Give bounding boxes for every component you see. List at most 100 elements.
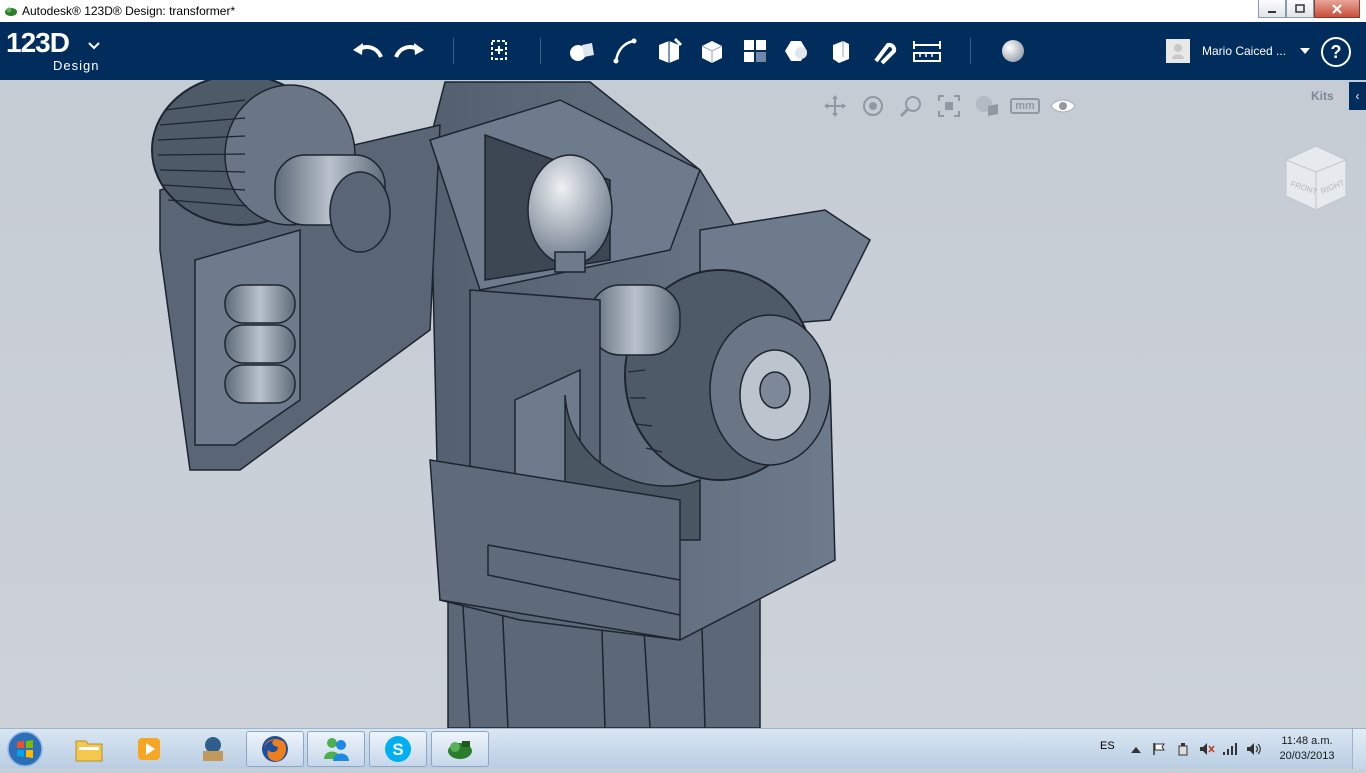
visibility-icon: [1050, 99, 1076, 113]
combine-icon: [833, 41, 849, 63]
123d-app-icon: [5, 7, 17, 16]
pan-icon: [824, 95, 846, 117]
visibility-button[interactable]: [1048, 92, 1078, 120]
modify-icon: [701, 41, 723, 63]
skype-icon: S: [385, 736, 411, 762]
help-button[interactable]: ?: [1321, 37, 1351, 67]
close-button[interactable]: [1314, 0, 1360, 18]
speaker-icon: [1247, 743, 1261, 755]
maximize-icon: [1295, 4, 1305, 13]
language-indicator[interactable]: ES: [1100, 740, 1115, 752]
snap-icon: [874, 42, 897, 65]
main-toolbar: 123D Design Mario Caiced ... ?: [0, 22, 1366, 80]
logo-subtext: Design: [53, 58, 100, 73]
kits-panel-toggle[interactable]: ‹: [1349, 82, 1366, 110]
maximize-button[interactable]: [1286, 0, 1314, 18]
logo-text: 123D: [6, 27, 70, 58]
primitives-icon: [570, 43, 594, 61]
taskbar-skype[interactable]: S: [369, 731, 427, 767]
orbit-button[interactable]: [858, 92, 888, 120]
system-clock[interactable]: 11:48 a.m. 20/03/2013: [1276, 734, 1338, 764]
kits-label[interactable]: Kits: [1311, 89, 1334, 103]
taskbar-media-player[interactable]: [120, 731, 178, 767]
grouping-button[interactable]: [780, 34, 814, 68]
taskbar-messenger[interactable]: [307, 731, 365, 767]
avatar: [1166, 39, 1190, 63]
transform-icon: [491, 40, 507, 60]
explorer-icon: [75, 740, 103, 762]
modify-button[interactable]: [695, 34, 729, 68]
firefox-icon: [262, 736, 288, 762]
wifi-signal-icon: [1223, 743, 1237, 755]
windows-taskbar: S ES 11:48 a.m. 20/03/2013: [0, 728, 1366, 769]
caret-down-icon: [1300, 48, 1311, 54]
show-desktop-button[interactable]: [1352, 729, 1366, 769]
windows-start-icon: [7, 731, 43, 767]
messenger-icon: [324, 738, 349, 761]
construct-icon: [659, 37, 683, 63]
redo-icon: [394, 43, 424, 58]
pattern-button[interactable]: [738, 34, 772, 68]
fit-button[interactable]: [934, 92, 964, 120]
transform-button[interactable]: [482, 34, 516, 68]
taskbar-123d-design[interactable]: [431, 731, 489, 767]
viewcube[interactable]: FRONT RIGHT: [1280, 142, 1352, 214]
taskbar-explorer[interactable]: [60, 731, 118, 767]
clock-date: 20/03/2013: [1279, 750, 1335, 762]
taskbar-firefox[interactable]: [246, 731, 304, 767]
action-center-button[interactable]: [1151, 741, 1167, 757]
show-hidden-icons-button[interactable]: [1128, 741, 1144, 757]
fit-icon: [938, 95, 960, 117]
grouping-icon: [785, 41, 807, 61]
navigation-tools: mm: [820, 92, 1078, 120]
toolbar-divider: [540, 38, 541, 64]
orbit-icon: [863, 96, 883, 116]
sketch-button[interactable]: [609, 34, 643, 68]
app-logo-menu[interactable]: 123D Design: [6, 27, 100, 73]
redo-button[interactable]: [393, 34, 427, 68]
taskbar-app[interactable]: [184, 731, 242, 767]
material-button[interactable]: [996, 34, 1030, 68]
usb-device-icon: [1178, 743, 1188, 756]
toolbar-divider: [453, 38, 454, 64]
close-icon: [1332, 3, 1342, 14]
combine-button[interactable]: [824, 34, 858, 68]
window-title: Autodesk® 123D® Design: transformer*: [22, 4, 236, 18]
construct-button[interactable]: [652, 34, 686, 68]
toolbar-divider: [970, 38, 971, 64]
safely-remove-button[interactable]: [1175, 741, 1191, 757]
speaker-muted-icon: [1200, 743, 1215, 755]
user-icon: [1172, 44, 1184, 59]
transformer-3d-model[interactable]: [0, 80, 1366, 728]
views-icon: [976, 96, 998, 116]
zoom-icon: [899, 96, 921, 118]
units-icon: mm: [1010, 98, 1040, 114]
measure-button[interactable]: [910, 34, 944, 68]
material-icon: [1002, 40, 1024, 62]
user-account-menu[interactable]: Mario Caiced ...: [1166, 38, 1311, 64]
snap-button[interactable]: [867, 34, 901, 68]
network-button[interactable]: [1222, 741, 1238, 757]
volume-button[interactable]: [1199, 741, 1215, 757]
units-label: mm: [1015, 100, 1035, 112]
app-icon: [203, 737, 223, 761]
svg-text:S: S: [392, 740, 403, 759]
window-titlebar: Autodesk® 123D® Design: transformer*: [0, 0, 1366, 23]
3d-viewport[interactable]: mm Kits ‹ FRONT RIGHT: [0, 80, 1366, 728]
minimize-icon: [1268, 10, 1276, 13]
pattern-icon: [744, 40, 766, 62]
units-button[interactable]: mm: [1010, 92, 1040, 120]
start-button[interactable]: [4, 730, 46, 768]
chevron-up-icon: [1131, 747, 1141, 753]
measure-icon: [913, 41, 941, 62]
undo-icon: [353, 43, 383, 58]
undo-button[interactable]: [350, 34, 384, 68]
flag-icon: [1153, 743, 1165, 755]
zoom-button[interactable]: [896, 92, 926, 120]
speaker-button[interactable]: [1246, 741, 1262, 757]
pan-button[interactable]: [820, 92, 850, 120]
views-button[interactable]: [972, 92, 1002, 120]
primitives-button[interactable]: [565, 34, 599, 68]
minimize-button[interactable]: [1258, 0, 1286, 18]
123d-design-icon: [448, 741, 472, 759]
